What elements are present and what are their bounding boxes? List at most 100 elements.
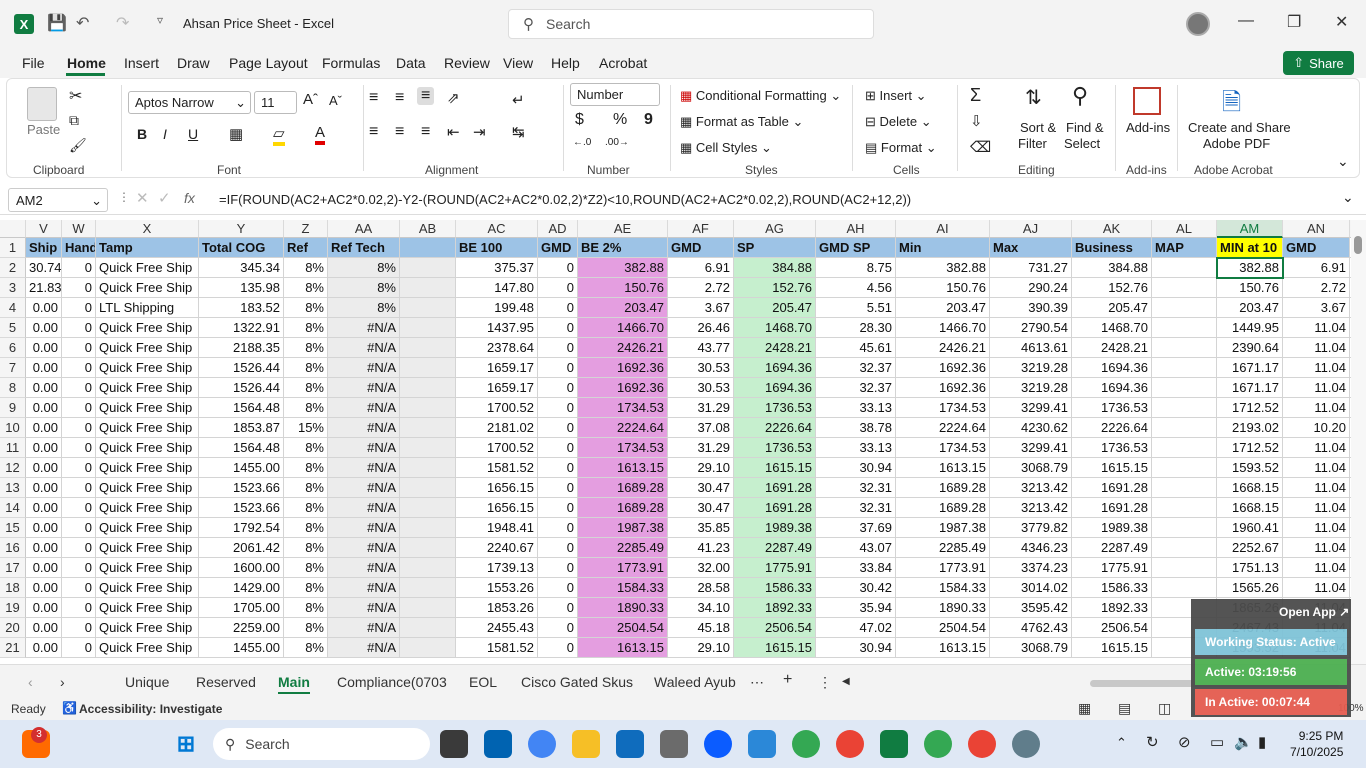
table-cell[interactable] bbox=[400, 358, 456, 378]
row-header[interactable]: 13 bbox=[0, 478, 26, 498]
table-cell[interactable]: 0 bbox=[62, 458, 96, 478]
sheet-tab-unique[interactable]: Unique bbox=[125, 674, 169, 690]
table-cell[interactable]: 30.94 bbox=[816, 638, 896, 658]
table-cell[interactable]: 8% bbox=[284, 558, 328, 578]
header-cell[interactable]: SP bbox=[734, 238, 816, 258]
autosum-icon[interactable]: Σ bbox=[970, 85, 981, 106]
table-cell[interactable]: 390.39 bbox=[990, 298, 1072, 318]
table-cell[interactable]: 2181.02 bbox=[456, 418, 538, 438]
header-cell[interactable]: GMD bbox=[668, 238, 734, 258]
paste-button[interactable]: Paste bbox=[27, 122, 60, 137]
table-cell[interactable]: 0 bbox=[538, 318, 578, 338]
column-header[interactable]: X bbox=[96, 220, 199, 238]
table-cell[interactable]: 1322.91 bbox=[199, 318, 284, 338]
tab-review[interactable]: Review bbox=[444, 55, 490, 71]
table-cell[interactable]: 32.31 bbox=[816, 478, 896, 498]
row-header[interactable]: 2 bbox=[0, 258, 26, 278]
table-cell[interactable]: 11.04 bbox=[1283, 358, 1350, 378]
table-cell[interactable]: 205.47 bbox=[734, 298, 816, 318]
header-cell[interactable]: BE 100 bbox=[456, 238, 538, 258]
header-cell[interactable]: Hand bbox=[62, 238, 96, 258]
table-cell[interactable]: 3779.82 bbox=[990, 518, 1072, 538]
table-cell[interactable]: 0 bbox=[62, 378, 96, 398]
bold-button[interactable]: B bbox=[137, 126, 147, 142]
table-cell[interactable]: 1691.28 bbox=[734, 498, 816, 518]
table-cell[interactable]: #N/A bbox=[328, 458, 400, 478]
sync-icon[interactable]: ↻ bbox=[1146, 733, 1159, 751]
header-cell[interactable]: GMD bbox=[1283, 238, 1350, 258]
table-cell[interactable]: 2188.35 bbox=[199, 338, 284, 358]
table-cell[interactable]: 203.47 bbox=[1217, 298, 1283, 318]
table-cell[interactable]: 2193.02 bbox=[1217, 418, 1283, 438]
table-cell[interactable]: Quick Free Ship bbox=[96, 578, 199, 598]
table-cell[interactable]: 0 bbox=[62, 358, 96, 378]
table-cell[interactable]: 0 bbox=[538, 498, 578, 518]
header-cell[interactable]: Ref bbox=[284, 238, 328, 258]
table-cell[interactable]: 1429.00 bbox=[199, 578, 284, 598]
table-cell[interactable]: 2390.64 bbox=[1217, 338, 1283, 358]
table-cell[interactable]: 0 bbox=[62, 298, 96, 318]
accessibility-status[interactable]: Accessibility: Investigate bbox=[79, 702, 222, 716]
table-cell[interactable]: 1468.70 bbox=[734, 318, 816, 338]
table-cell[interactable]: 0 bbox=[538, 398, 578, 418]
table-cell[interactable]: 0 bbox=[538, 418, 578, 438]
table-cell[interactable]: Quick Free Ship bbox=[96, 478, 199, 498]
table-cell[interactable]: 4346.23 bbox=[990, 538, 1072, 558]
increase-decimal-icon[interactable]: ←.0 bbox=[573, 137, 591, 148]
column-header[interactable]: AH bbox=[816, 220, 896, 238]
tab-page-layout[interactable]: Page Layout bbox=[229, 55, 308, 71]
table-cell[interactable]: 1659.17 bbox=[456, 358, 538, 378]
table-cell[interactable]: 0.00 bbox=[26, 338, 62, 358]
table-cell[interactable]: 0.00 bbox=[26, 398, 62, 418]
find-select-label-1[interactable]: Find & bbox=[1066, 120, 1104, 135]
undo-icon[interactable]: ↶ bbox=[76, 13, 89, 33]
table-cell[interactable]: 0 bbox=[62, 518, 96, 538]
column-header[interactable]: AD bbox=[538, 220, 578, 238]
table-cell[interactable]: #N/A bbox=[328, 618, 400, 638]
table-cell[interactable]: 32.00 bbox=[668, 558, 734, 578]
table-cell[interactable]: 33.13 bbox=[816, 438, 896, 458]
number-format-select[interactable]: Number bbox=[570, 83, 660, 106]
borders-icon[interactable]: ▦ bbox=[229, 125, 243, 143]
table-cell[interactable]: Quick Free Ship bbox=[96, 498, 199, 518]
table-cell[interactable]: 43.07 bbox=[816, 538, 896, 558]
table-cell[interactable]: 6.91 bbox=[1283, 258, 1350, 278]
table-cell[interactable]: 1689.28 bbox=[578, 478, 668, 498]
table-cell[interactable]: 2224.64 bbox=[896, 418, 990, 438]
table-cell[interactable]: 1989.38 bbox=[734, 518, 816, 538]
table-cell[interactable]: 30.74 bbox=[26, 258, 62, 278]
column-header[interactable]: Y bbox=[199, 220, 284, 238]
table-cell[interactable]: 8% bbox=[284, 538, 328, 558]
table-cell[interactable]: #N/A bbox=[328, 318, 400, 338]
table-cell[interactable]: 0.00 bbox=[26, 598, 62, 618]
table-cell[interactable]: 37.69 bbox=[816, 518, 896, 538]
table-cell[interactable]: 1593.52 bbox=[1217, 458, 1283, 478]
table-cell[interactable]: 1692.36 bbox=[896, 378, 990, 398]
column-header[interactable]: AN bbox=[1283, 220, 1350, 238]
row-header[interactable]: 11 bbox=[0, 438, 26, 458]
table-cell[interactable]: 32.37 bbox=[816, 358, 896, 378]
table-cell[interactable]: 8.75 bbox=[816, 258, 896, 278]
table-cell[interactable]: 1890.33 bbox=[578, 598, 668, 618]
table-cell[interactable]: 11.04 bbox=[1283, 338, 1350, 358]
network-icon[interactable]: ⊘ bbox=[1178, 733, 1191, 751]
format-painter-icon[interactable]: 🖌 bbox=[69, 137, 87, 154]
sheet-tab-main[interactable]: Main bbox=[278, 674, 310, 694]
table-cell[interactable]: 2285.49 bbox=[896, 538, 990, 558]
table-cell[interactable]: 8% bbox=[284, 598, 328, 618]
table-cell[interactable]: 1987.38 bbox=[578, 518, 668, 538]
account-avatar[interactable] bbox=[1186, 12, 1210, 36]
table-cell[interactable]: 30.53 bbox=[668, 358, 734, 378]
table-cell[interactable]: 0 bbox=[62, 478, 96, 498]
table-cell[interactable]: 34.10 bbox=[668, 598, 734, 618]
table-cell[interactable]: 0 bbox=[538, 278, 578, 298]
worksheet-grid[interactable]: V W X Y Z AA AB AC AD AE AF AG AH AI AJ AK AL AM AN 1 Ship Ha… bbox=[0, 220, 1351, 664]
table-cell[interactable]: Quick Free Ship bbox=[96, 638, 199, 658]
table-cell[interactable]: 1700.52 bbox=[456, 438, 538, 458]
table-cell[interactable]: 1692.36 bbox=[578, 378, 668, 398]
table-cell[interactable] bbox=[400, 598, 456, 618]
table-cell[interactable]: 0 bbox=[538, 458, 578, 478]
table-cell[interactable]: 1712.52 bbox=[1217, 438, 1283, 458]
header-cell[interactable]: Business bbox=[1072, 238, 1152, 258]
table-cell[interactable]: 1960.41 bbox=[1217, 518, 1283, 538]
